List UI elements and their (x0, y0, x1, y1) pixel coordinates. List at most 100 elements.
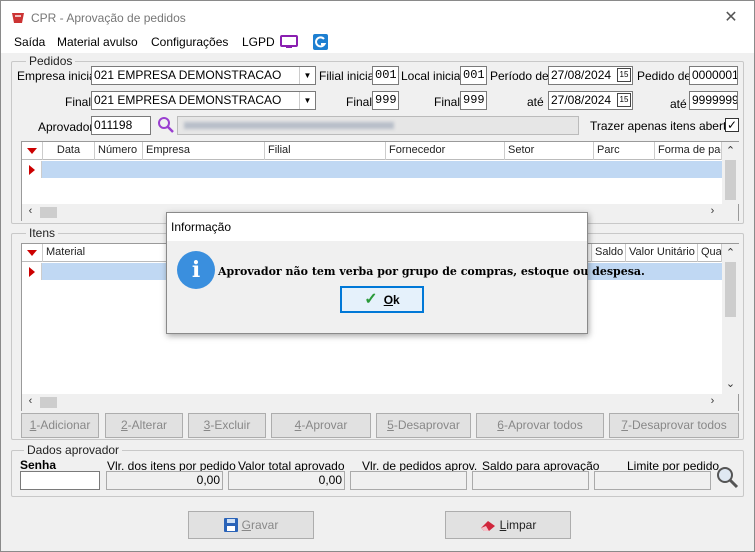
scroll-thumb[interactable] (725, 160, 736, 200)
ok-key: O (383, 293, 394, 307)
local-final-field[interactable]: 999 (460, 91, 487, 110)
menu-saida[interactable]: Saída (14, 35, 45, 49)
dialog-message: Aprovador não tem verba por grupo de com… (218, 265, 645, 278)
trazer-abertos-label: Trazer apenas itens abertos (590, 119, 739, 133)
chevron-down-icon[interactable]: ▼ (299, 67, 315, 84)
scroll-thumb[interactable] (725, 262, 736, 317)
local-final-label: Final (434, 95, 461, 109)
vlr-pedidos-field (350, 471, 467, 490)
info-icon: i (177, 251, 215, 289)
pedido-de-label: Pedido de (637, 69, 692, 83)
col-forma-pagamento[interactable]: Forma de paga (655, 142, 722, 160)
row-indicator-icon (22, 263, 42, 280)
senha-field[interactable] (20, 471, 100, 490)
aprovar-button[interactable]: 4-Aprovar (271, 413, 371, 438)
desaprovar-todos-key: 7 (621, 418, 628, 432)
col-valor-unitario[interactable]: Valor Unitário (626, 244, 698, 262)
periodo-ate-field[interactable]: 27/08/2024 15 (548, 91, 633, 110)
aprovador-name-field (177, 116, 579, 135)
desaprovar-button[interactable]: 5-Desaprovar (376, 413, 471, 438)
pedido-ate-field[interactable]: 9999999 (689, 91, 738, 110)
gravar-button[interactable]: Gravar (188, 511, 314, 539)
limite-pedido-field (594, 471, 711, 490)
periodo-ate-value: 27/08/2024 (551, 93, 612, 107)
gravar-label: ravar (251, 518, 279, 532)
scroll-thumb[interactable] (40, 207, 57, 218)
local-inicial-label: Local inicial (401, 69, 464, 83)
eraser-icon (480, 521, 495, 531)
close-window-button[interactable]: ✕ (722, 7, 740, 27)
filial-inicial-label: Filial inicial (319, 69, 378, 83)
col-data[interactable]: Data (43, 142, 95, 160)
scroll-down-icon[interactable]: ⌄ (722, 377, 739, 390)
scroll-right-icon[interactable]: › (704, 395, 721, 407)
pedidos-grid[interactable]: Data Número Empresa Filial Fornecedor Se… (21, 141, 739, 221)
scroll-up-icon[interactable]: ⌃ (722, 246, 739, 259)
periodo-de-label: Período de (490, 69, 549, 83)
aprovador-code-field[interactable]: 011198 (91, 116, 151, 135)
trazer-abertos-checkbox[interactable]: ✓ (725, 118, 739, 132)
aprovar-todos-button[interactable]: 6-Aprovar todos (476, 413, 604, 438)
desaprovar-todos-button[interactable]: 7-Desaprovar todos (609, 413, 739, 438)
pedido-ate-label: até (670, 97, 687, 111)
col-fornecedor[interactable]: Fornecedor (386, 142, 505, 160)
table-row[interactable] (22, 161, 722, 178)
aprovar-todos-key: 6 (497, 418, 504, 432)
col-quantidade[interactable]: Quan (698, 244, 722, 262)
row-indicator-icon (22, 161, 42, 178)
scroll-left-icon[interactable]: ‹ (22, 395, 39, 407)
col-parc[interactable]: Parc (594, 142, 655, 160)
col-filial[interactable]: Filial (265, 142, 386, 160)
g-logo-icon[interactable] (313, 34, 328, 50)
search-icon[interactable] (157, 116, 175, 134)
sort-marker-icon[interactable] (22, 142, 43, 160)
empresa-final-label: Final (65, 95, 92, 109)
col-saldo[interactable]: Saldo (592, 244, 626, 262)
sort-marker-icon[interactable] (22, 244, 43, 262)
itens-hscroll[interactable]: ‹ › (22, 394, 738, 411)
col-setor[interactable]: Setor (505, 142, 594, 160)
menu-material-avulso[interactable]: Material avulso (57, 35, 138, 49)
empresa-final-combo[interactable]: 021 EMPRESA DEMONSTRACAO ▼ (91, 91, 316, 110)
alterar-button[interactable]: 2-Alterar (105, 413, 183, 438)
col-numero[interactable]: Número (95, 142, 143, 160)
adicionar-button[interactable]: 1-Adicionar (21, 413, 99, 438)
empresa-inicial-combo[interactable]: 021 EMPRESA DEMONSTRACAO ▼ (91, 66, 316, 85)
ok-label: k (393, 293, 400, 307)
limpar-button[interactable]: Limpar (445, 511, 571, 539)
periodo-de-field[interactable]: 27/08/2024 15 (548, 66, 633, 85)
app-icon (12, 13, 24, 23)
gravar-key: G (241, 518, 251, 532)
aprovar-label: -Aprovar (301, 418, 348, 432)
check-icon: ✓ (364, 291, 378, 308)
pedido-de-field[interactable]: 0000001 (689, 66, 738, 85)
aprovar-todos-label: -Aprovar todos (503, 418, 583, 432)
col-empresa[interactable]: Empresa (143, 142, 265, 160)
save-icon (223, 518, 238, 532)
scroll-right-icon[interactable]: › (704, 205, 721, 217)
scroll-left-icon[interactable]: ‹ (22, 205, 39, 217)
desaprovar-todos-label: -Desaprovar todos (627, 418, 727, 432)
itens-vscroll[interactable]: ⌃ ⌄ (722, 244, 739, 394)
pedidos-vscroll[interactable]: ⌃ (722, 142, 739, 204)
scroll-up-icon[interactable]: ⌃ (722, 144, 739, 157)
filial-final-label: Final (346, 95, 373, 109)
ok-button[interactable]: ✓ Ok (340, 286, 424, 313)
menu-lgpd[interactable]: LGPD (242, 35, 275, 49)
excluir-button[interactable]: 3-Excluir (188, 413, 266, 438)
chevron-down-icon[interactable]: ▼ (299, 92, 315, 109)
dialog-title-bar: Informação (167, 213, 587, 241)
filial-inicial-field[interactable]: 001 (372, 66, 399, 85)
local-inicial-field[interactable]: 001 (460, 66, 487, 85)
monitor-icon[interactable] (280, 35, 298, 49)
redacted-name (184, 122, 394, 129)
excluir-label: -Excluir (210, 418, 251, 432)
calendar-icon[interactable]: 15 (617, 68, 631, 82)
calendar-icon[interactable]: 15 (617, 93, 631, 107)
filial-final-field[interactable]: 999 (372, 91, 399, 110)
magnifier-icon[interactable] (715, 465, 739, 489)
menu-configuracoes[interactable]: Configurações (151, 35, 228, 49)
itens-group-label: Itens (26, 226, 59, 240)
scroll-thumb[interactable] (40, 397, 57, 408)
dados-aprovador-label: Dados aprovador (24, 443, 123, 457)
